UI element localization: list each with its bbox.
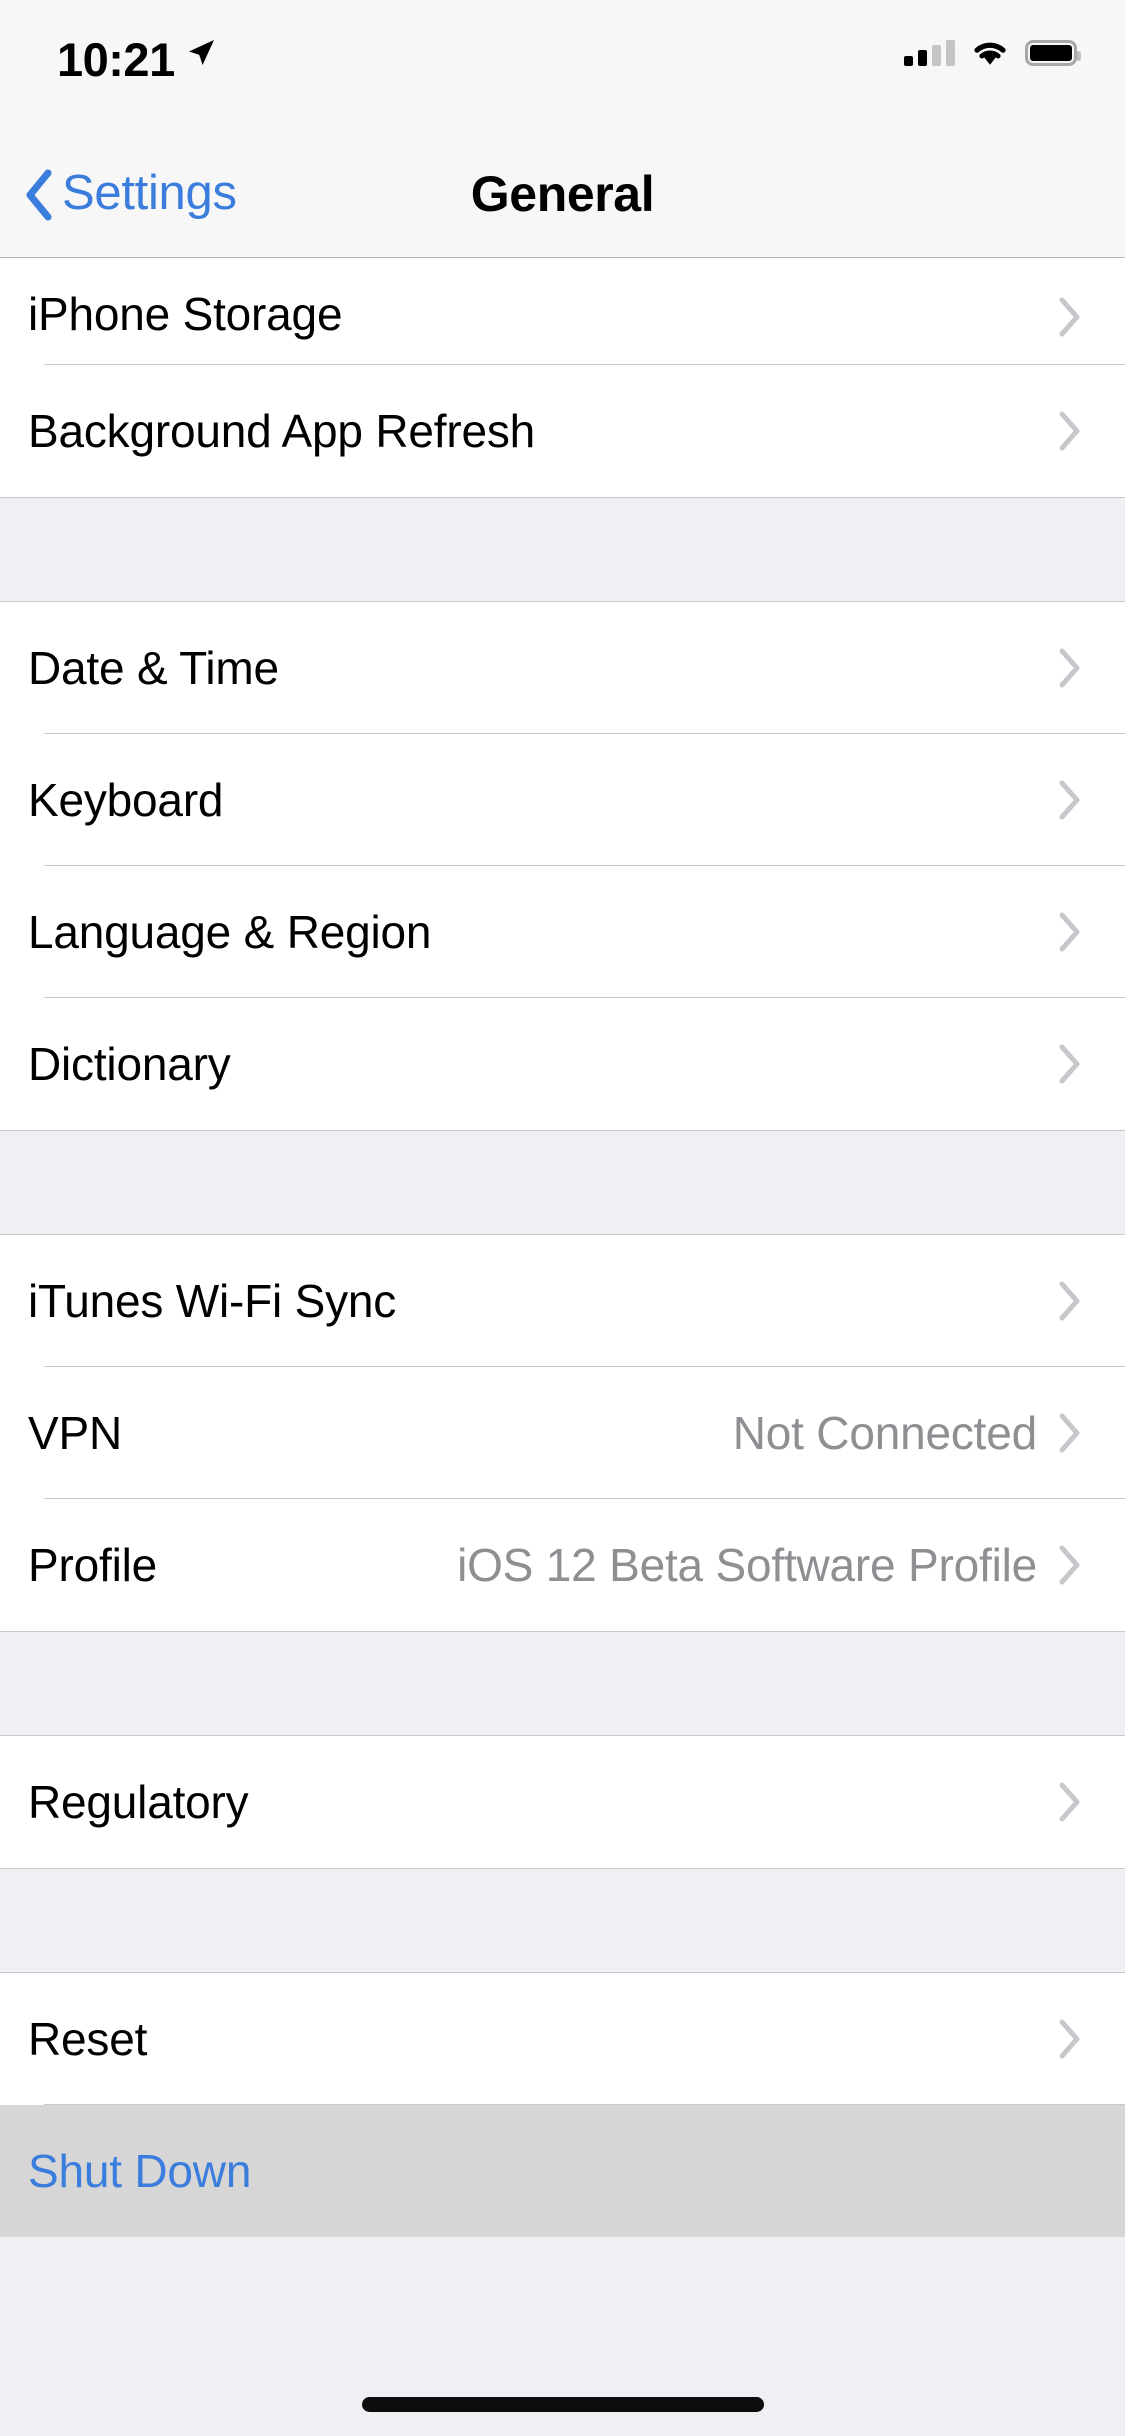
chevron-right-icon bbox=[1059, 780, 1080, 820]
settings-row-value: Not Connected bbox=[732, 1407, 1037, 1459]
chevron-right-icon bbox=[1059, 1044, 1080, 1084]
section-gap bbox=[0, 497, 1125, 602]
chevron-right-icon bbox=[1059, 1782, 1080, 1822]
settings-section: Regulatory bbox=[0, 1736, 1125, 1868]
home-indicator-bar[interactable] bbox=[361, 2397, 764, 2412]
chevron-left-icon bbox=[26, 169, 52, 221]
chevron-right-icon bbox=[1059, 912, 1080, 952]
chevron-right-icon bbox=[1059, 411, 1080, 451]
settings-row[interactable]: iTunes Wi-Fi Sync bbox=[0, 1235, 1125, 1367]
settings-row-label: Date & Time bbox=[28, 642, 279, 694]
settings-section: Date & Time Keyboard Language & Region Dict… bbox=[0, 602, 1125, 1130]
settings-row-label: Regulatory bbox=[28, 1776, 249, 1828]
status-bar-indicators bbox=[904, 36, 1081, 70]
section-gap bbox=[0, 1631, 1125, 1736]
settings-section: Reset Shut Down bbox=[0, 1973, 1125, 2237]
status-bar: 10:21 bbox=[0, 0, 1125, 132]
location-arrow-icon bbox=[189, 40, 214, 65]
settings-list[interactable]: iPhone Storage Background App Refresh Date… bbox=[0, 258, 1125, 2436]
settings-row[interactable]: Profile iOS 12 Beta Software Profile bbox=[0, 1499, 1125, 1631]
battery-full-icon bbox=[1025, 40, 1081, 66]
settings-row-value: iOS 12 Beta Software Profile bbox=[457, 1539, 1037, 1591]
settings-row-label: Language & Region bbox=[28, 906, 432, 958]
cellular-signal-icon bbox=[904, 40, 955, 66]
settings-row-label: Background App Refresh bbox=[28, 405, 536, 457]
settings-row-label: Keyboard bbox=[28, 774, 224, 826]
back-button[interactable]: Settings bbox=[24, 132, 237, 258]
settings-row[interactable]: Keyboard bbox=[0, 734, 1125, 866]
chevron-right-icon bbox=[1059, 297, 1080, 337]
navigation-bar: General Settings bbox=[0, 132, 1125, 258]
chevron-right-icon bbox=[1059, 1413, 1080, 1453]
settings-row-label: Profile bbox=[28, 1539, 157, 1591]
section-gap bbox=[0, 1868, 1125, 1973]
settings-row[interactable]: iPhone Storage bbox=[0, 258, 1125, 365]
settings-row[interactable]: Reset bbox=[0, 1973, 1125, 2105]
settings-row-label: VPN bbox=[28, 1407, 122, 1459]
status-bar-time: 10:21 bbox=[57, 33, 175, 86]
settings-row[interactable]: Date & Time bbox=[0, 602, 1125, 734]
settings-row[interactable]: Shut Down bbox=[0, 2105, 1125, 2237]
section-gap bbox=[0, 1130, 1125, 1235]
chevron-right-icon bbox=[1059, 1545, 1080, 1585]
settings-row-label: Dictionary bbox=[28, 1038, 231, 1090]
settings-row[interactable]: Dictionary bbox=[0, 998, 1125, 1130]
iphone-settings-general-screen: 10:21 General Settings iPhone Storage Ba… bbox=[0, 0, 1125, 2436]
settings-row[interactable]: Background App Refresh bbox=[0, 365, 1125, 497]
back-button-label: Settings bbox=[62, 165, 237, 220]
settings-row-label: Shut Down bbox=[28, 2145, 252, 2197]
settings-section: iPhone Storage Background App Refresh bbox=[0, 258, 1125, 497]
settings-row-label: Reset bbox=[28, 2013, 148, 2065]
settings-row[interactable]: Language & Region bbox=[0, 866, 1125, 998]
settings-row[interactable]: VPN Not Connected bbox=[0, 1367, 1125, 1499]
settings-row-label: iPhone Storage bbox=[28, 288, 343, 340]
settings-row[interactable]: Regulatory bbox=[0, 1736, 1125, 1868]
settings-section: iTunes Wi-Fi Sync VPN Not Connected Profile… bbox=[0, 1235, 1125, 1631]
chevron-right-icon bbox=[1059, 648, 1080, 688]
wifi-icon bbox=[974, 42, 1006, 65]
settings-row-label: iTunes Wi-Fi Sync bbox=[28, 1275, 397, 1327]
chevron-right-icon bbox=[1059, 1281, 1080, 1321]
chevron-right-icon bbox=[1059, 2019, 1080, 2059]
